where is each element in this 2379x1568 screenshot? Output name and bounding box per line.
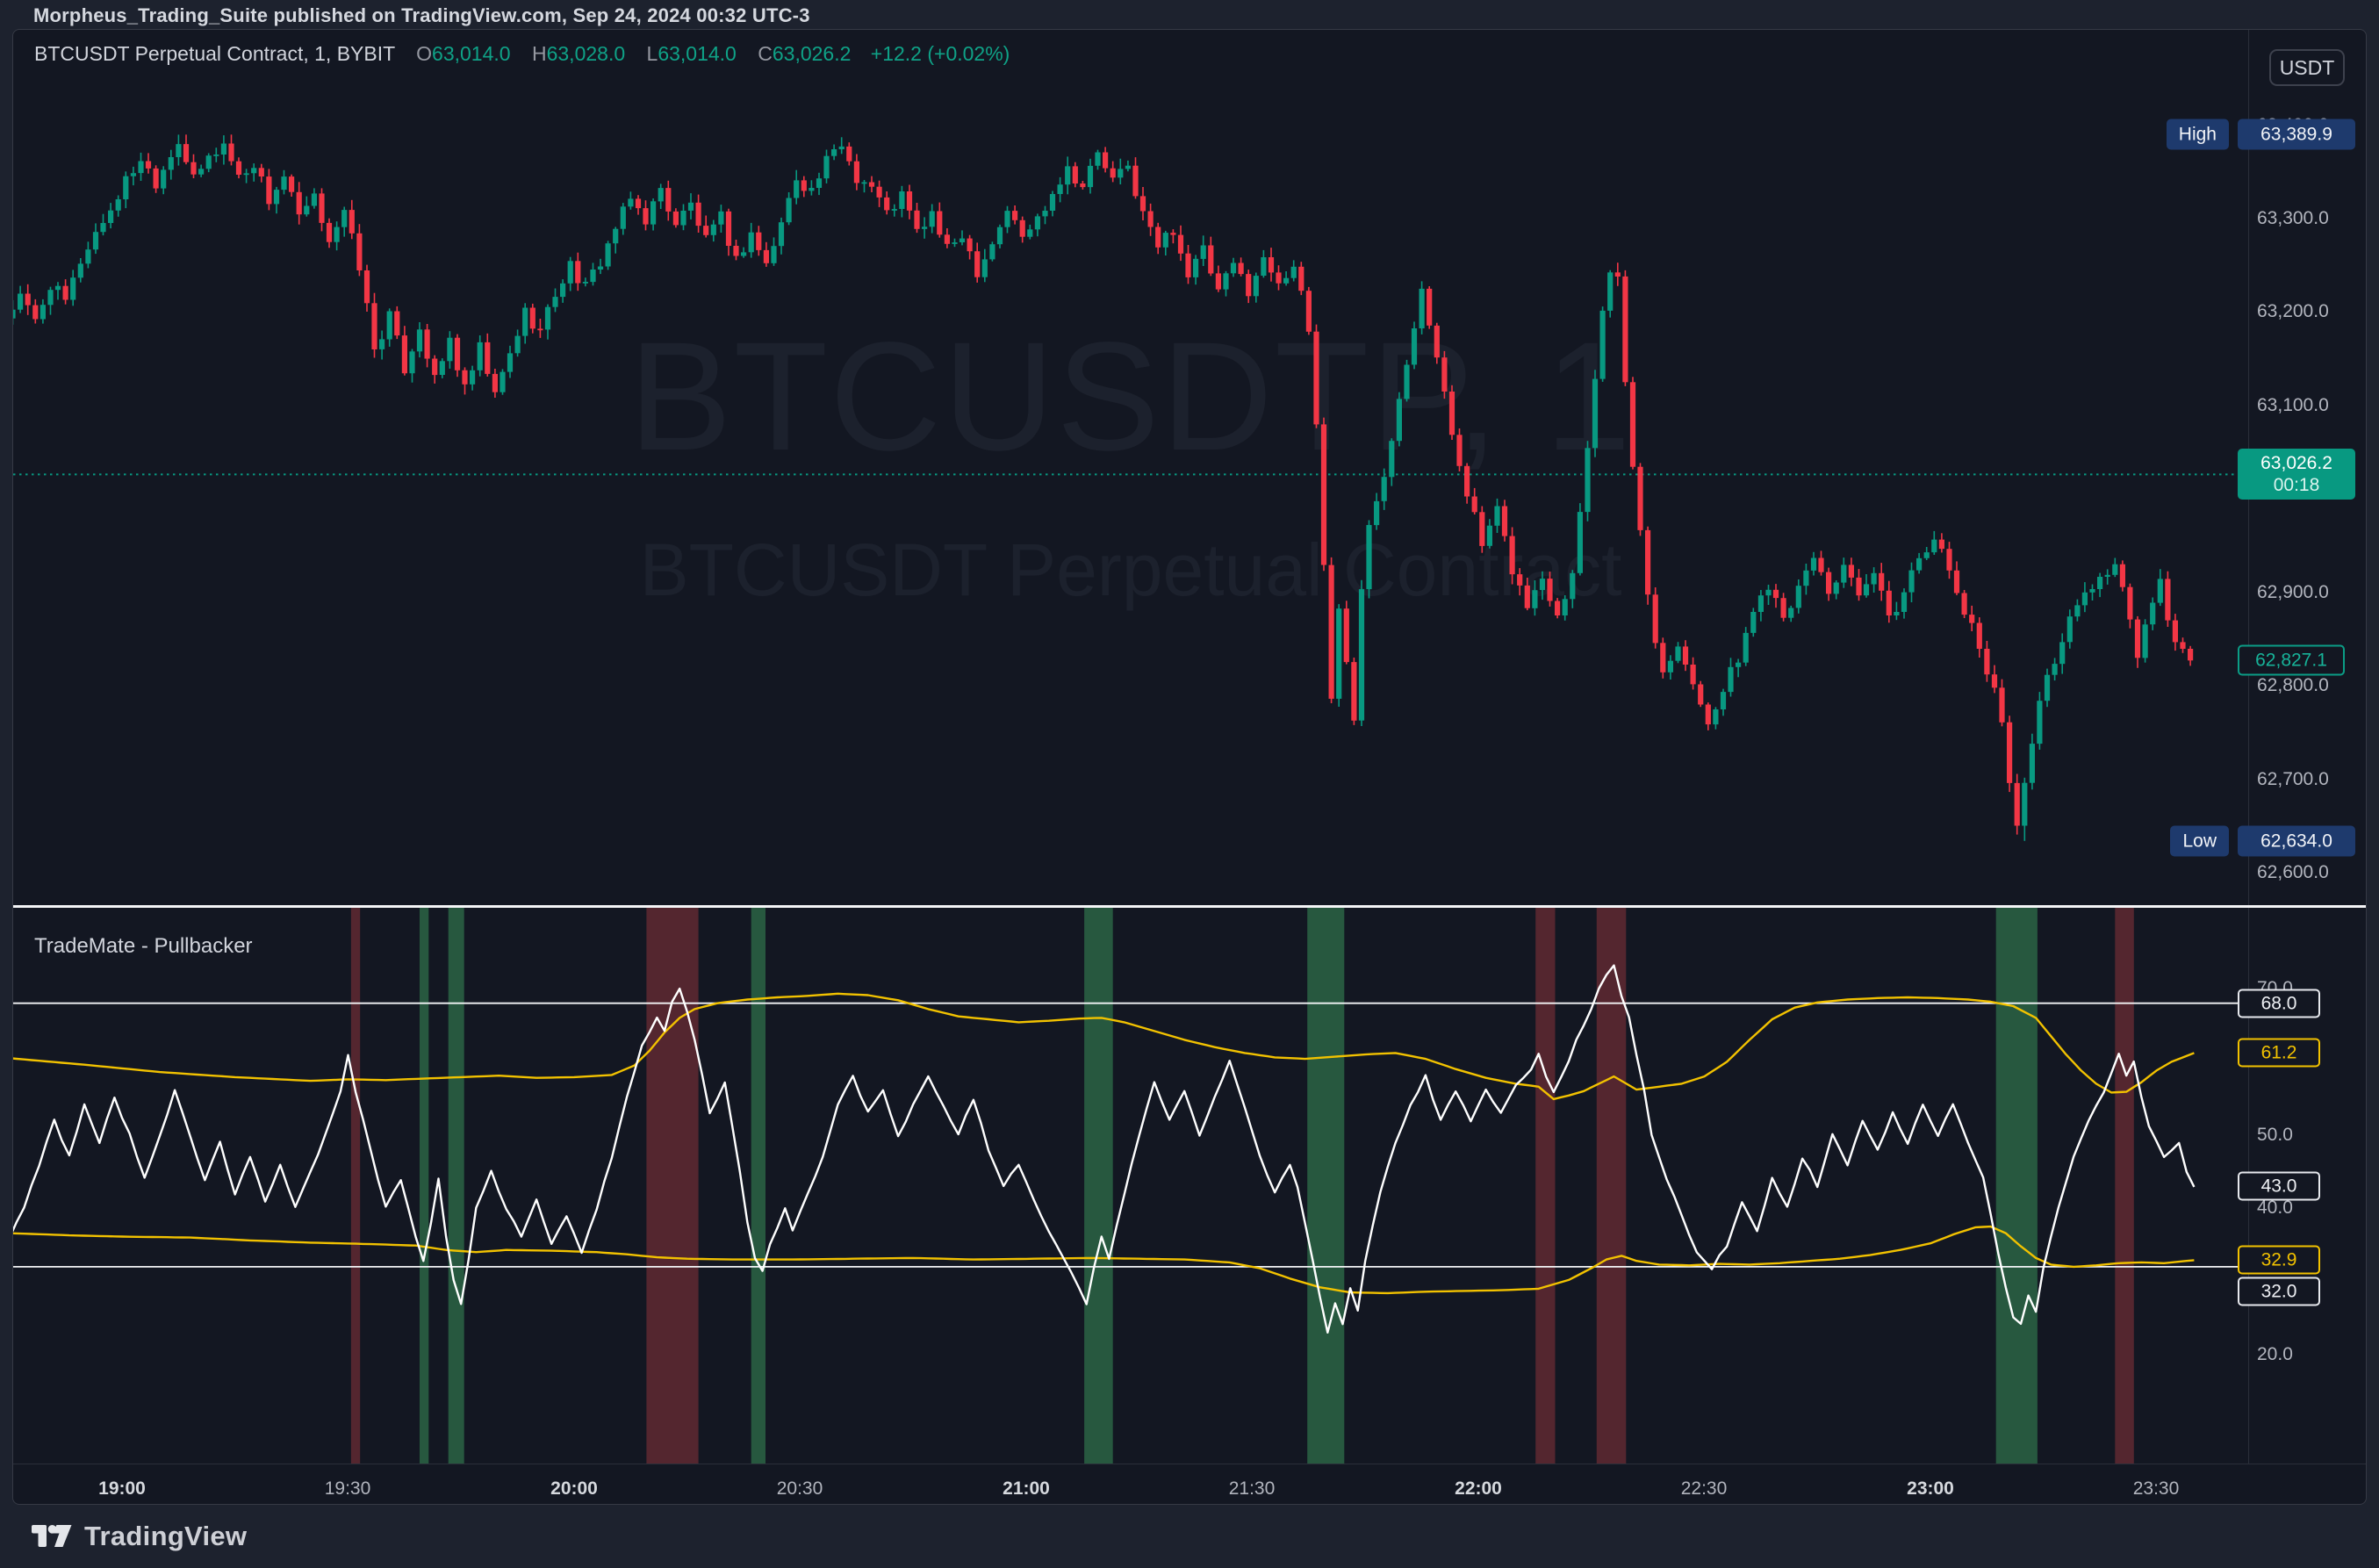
tradingview-snapshot: Morpheus_Trading_Suite published on Trad… [0,0,2379,1568]
indicator-value-badge: 32.0 [2238,1277,2320,1306]
low-label: L [647,42,658,65]
last-price-badge: 63,026.200:18 [2238,449,2355,500]
candlestick-chart[interactable] [13,30,2248,906]
time-axis-label: 22:30 [1681,1478,1728,1500]
time-axis-label: 19:00 [98,1478,146,1500]
indicator-axis-tick: 20.0 [2257,1344,2293,1365]
pane-divider[interactable] [13,905,2367,908]
time-axis-label: 19:30 [325,1478,371,1500]
time-axis-label: 20:00 [550,1478,598,1500]
low-value: 63,014.0 [658,42,737,65]
close-value: 63,026.2 [773,42,852,65]
signal-band-green [449,907,464,1464]
price-pane[interactable] [13,30,2248,906]
time-axis-label: 23:00 [1907,1478,1954,1500]
open-label: O [416,42,432,65]
time-axis-label: 23:30 [2133,1478,2180,1500]
price-axis-tick: 63,300.0 [2257,208,2329,229]
signal-band-red [646,907,698,1464]
chart-legend: BTCUSDT Perpetual Contract, 1, BYBIT O63… [34,42,1010,66]
signal-band-green [751,907,765,1464]
close-label: C [758,42,773,65]
indicator-pane[interactable] [13,907,2248,1464]
signal-band-red [1535,907,1555,1464]
candles [13,134,2248,841]
time-axis-label: 21:30 [1229,1478,1276,1500]
oscillator-chart[interactable] [13,907,2248,1464]
indicator-price-badge: 62,827.1 [2238,645,2345,676]
high-price-badge: 63,389.9 [2238,119,2355,150]
signal-band-red [1597,907,1627,1464]
price-axis-tick: 63,100.0 [2257,395,2329,416]
high-value: 63,028.0 [547,42,626,65]
currency-toggle-button[interactable]: USDT [2269,49,2345,86]
tradingview-logo-icon [32,1525,72,1549]
tradingview-logo[interactable]: TradingView [32,1521,247,1552]
high-label: H [532,42,547,65]
signal-band-red [351,907,360,1464]
price-axis-tick: 62,900.0 [2257,582,2329,603]
indicator-axis-tick: 50.0 [2257,1125,2293,1146]
signal-band-red [2115,907,2134,1464]
high-marker-label: High [2167,119,2229,150]
low-price-badge: 62,634.0 [2238,826,2355,857]
indicator-value-badge: 43.0 [2238,1172,2320,1201]
time-axis-label: 21:00 [1003,1478,1050,1500]
price-axis-tick: 63,200.0 [2257,301,2329,322]
bar-countdown: 00:18 [2274,474,2320,496]
legend-title[interactable]: BTCUSDT Perpetual Contract, 1, BYBIT [34,42,395,65]
change-value: +12.2 (+0.02%) [871,42,1010,65]
tradingview-logo-text: TradingView [84,1521,247,1552]
signal-band-green [420,907,428,1464]
indicator-value-badge: 68.0 [2238,989,2320,1018]
attribution-header: Morpheus_Trading_Suite published on Trad… [33,4,810,27]
indicator-value-badge: 32.9 [2238,1246,2320,1275]
signal-band-green [1307,907,1344,1464]
time-axis-label: 22:00 [1455,1478,1502,1500]
indicator-title[interactable]: TradeMate - Pullbacker [34,934,253,959]
indicator-value-badge: 61.2 [2238,1039,2320,1068]
open-value: 63,014.0 [432,42,511,65]
signal-band-green [1996,907,2038,1464]
indicator-axis-tick: 40.0 [2257,1198,2293,1219]
low-marker-label: Low [2170,826,2229,857]
price-axis-tick: 62,600.0 [2257,862,2329,883]
price-axis-tick: 62,800.0 [2257,675,2329,696]
price-axis-tick: 62,700.0 [2257,769,2329,790]
signal-band-green [1084,907,1113,1464]
chart-widget: BTCUSDTP, 1 BTCUSDT Perpetual Contract B… [12,29,2367,1505]
time-axis-label: 20:30 [777,1478,823,1500]
